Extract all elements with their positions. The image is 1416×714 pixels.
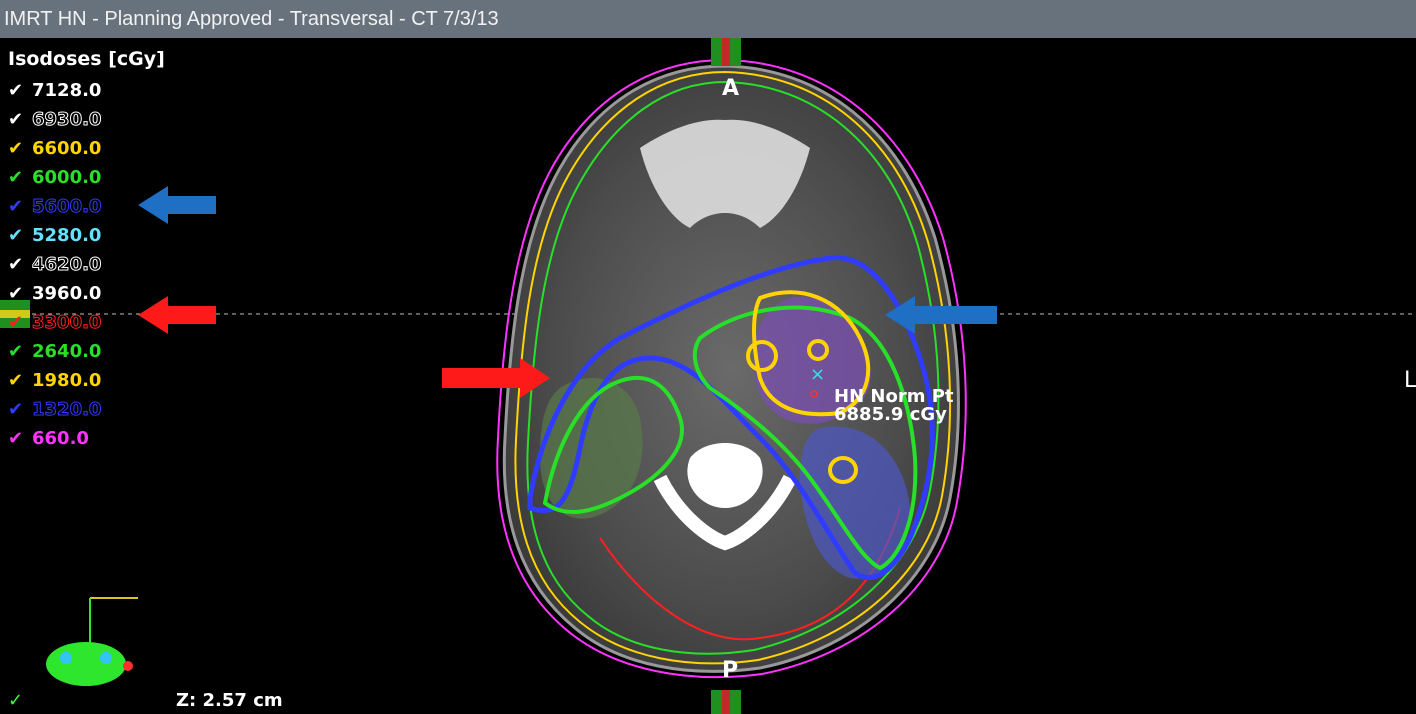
- isodose-legend-item[interactable]: ✔ 1980.0: [8, 368, 101, 394]
- isodose-value: 660.0: [32, 428, 89, 449]
- isodose-legend-item[interactable]: ✔ 3960.0: [8, 281, 101, 307]
- checkmark-icon[interactable]: ✔: [8, 397, 32, 423]
- checkmark-icon[interactable]: ✔: [8, 107, 32, 133]
- isodose-value: 7128.0: [32, 80, 102, 101]
- status-check-icon: ✓: [8, 690, 24, 711]
- orientation-eye-left: [60, 652, 72, 664]
- isodose-value: 3960.0: [32, 283, 102, 304]
- anterior-orientation-bar-center: [722, 38, 730, 66]
- isodose-legend-item[interactable]: ✔ 5600.0: [8, 194, 102, 220]
- checkmark-icon[interactable]: ✔: [8, 136, 32, 162]
- isodose-legend-item[interactable]: ✔ 6000.0: [8, 165, 101, 191]
- checkmark-icon[interactable]: ✔: [8, 223, 32, 249]
- ct-image-and-isodoses[interactable]: ×: [0, 38, 1416, 714]
- isodose-legend-item[interactable]: ✔ 660.0: [8, 426, 89, 452]
- isodose-value: 2640.0: [32, 341, 102, 362]
- window-title-bar: IMRT HN - Planning Approved - Transversa…: [0, 0, 1416, 38]
- legend-title: Isodoses [cGy]: [8, 48, 165, 70]
- isodose-legend-item[interactable]: ✔ 1320.0: [8, 397, 102, 423]
- patient-orientation-head-icon[interactable]: [46, 642, 126, 686]
- norm-point-x-marker[interactable]: ×: [810, 364, 825, 385]
- orientation-eye-right: [100, 652, 112, 664]
- isodose-legend-item[interactable]: ✔ 3300.0: [8, 310, 102, 336]
- isodose-legend-item[interactable]: ✔ 4620.0: [8, 252, 102, 278]
- checkmark-icon[interactable]: ✔: [8, 78, 32, 104]
- checkmark-icon[interactable]: ✔: [8, 339, 32, 365]
- checkmark-icon[interactable]: ✔: [8, 165, 32, 191]
- left-side-label: L: [1404, 368, 1416, 393]
- blue-arrow-legend: [138, 186, 216, 224]
- isodose-value: 5280.0: [32, 225, 102, 246]
- isodose-legend-item[interactable]: ✔ 6930.0: [8, 107, 102, 133]
- orientation-ear-marker: [123, 661, 133, 671]
- isodose-value: 5600.0: [31, 196, 102, 218]
- isodose-value: 6600.0: [32, 138, 102, 159]
- checkmark-icon[interactable]: ✔: [8, 252, 32, 278]
- checkmark-icon[interactable]: ✔: [8, 368, 32, 394]
- posterior-orientation-bar-center: [722, 690, 730, 714]
- isodose-value: 4620.0: [31, 254, 102, 276]
- checkmark-icon[interactable]: ✔: [8, 310, 32, 336]
- ct-transversal-viewport[interactable]: × Isodoses [cGy] ✔ 7128.0 ✔ 6930.0 ✔ 6600.0 ✔ 6…: [0, 38, 1416, 714]
- isodose-legend-item[interactable]: ✔ 6600.0: [8, 136, 101, 162]
- isodose-legend-item[interactable]: ✔ 7128.0: [8, 78, 101, 104]
- posterior-label: P: [722, 658, 739, 683]
- checkmark-icon[interactable]: ✔: [8, 281, 32, 307]
- isodose-value: 1320.0: [31, 399, 102, 421]
- checkmark-icon[interactable]: ✔: [8, 194, 32, 220]
- isodose-value: 6930.0: [31, 109, 102, 131]
- norm-point-label[interactable]: HN Norm Pt 6885.9 cGy: [834, 388, 954, 424]
- checkmark-icon[interactable]: ✔: [8, 426, 32, 452]
- isodose-legend-item[interactable]: ✔ 5280.0: [8, 223, 101, 249]
- red-arrow-legend: [138, 296, 216, 334]
- window-title: IMRT HN - Planning Approved - Transversa…: [4, 8, 499, 30]
- anterior-label: A: [722, 76, 740, 101]
- z-position-readout: Z: 2.57 cm: [176, 690, 283, 711]
- isodose-legend-item[interactable]: ✔ 2640.0: [8, 339, 101, 365]
- norm-point-dose: 6885.9 cGy: [834, 404, 947, 425]
- isodose-value: 6000.0: [32, 167, 102, 188]
- isodose-value: 3300.0: [31, 312, 102, 334]
- isodose-value: 1980.0: [32, 370, 102, 391]
